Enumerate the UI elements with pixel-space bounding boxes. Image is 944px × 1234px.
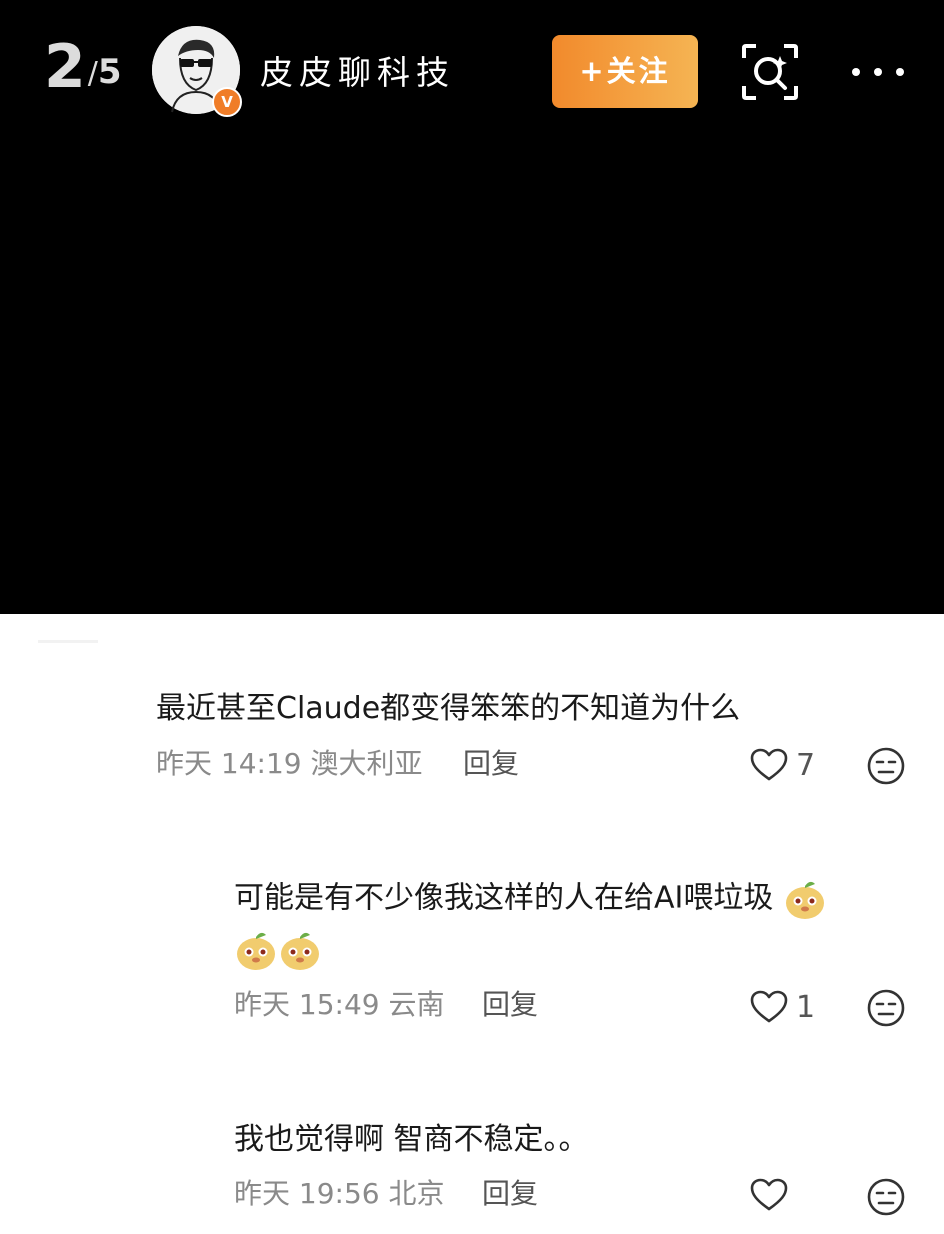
heart-icon <box>750 1178 788 1211</box>
image-viewer-area <box>0 0 944 614</box>
verified-badge: V <box>212 87 242 117</box>
comment-meta: 昨天 14:19 澳大利亚 <box>156 746 423 782</box>
reply-button[interactable]: 回复 <box>482 1176 538 1212</box>
more-dots-icon[interactable] <box>850 62 906 82</box>
like-count: 7 <box>796 748 816 783</box>
page-counter: 2/5 <box>44 32 122 102</box>
emoji-icon <box>237 932 275 970</box>
page-total: 5 <box>97 52 122 92</box>
page-separator: / <box>87 56 98 91</box>
dislike-face-icon[interactable] <box>866 1177 906 1217</box>
dislike-face-icon[interactable] <box>866 988 906 1028</box>
comment-time: 昨天 15:49 <box>234 988 380 1021</box>
follow-button[interactable]: +关注 <box>552 35 698 108</box>
emoji-icon <box>785 881 824 919</box>
like-count: 1 <box>796 990 816 1025</box>
heart-icon <box>750 748 788 781</box>
comment-meta: 昨天 15:49 云南 <box>234 987 445 1023</box>
comment-text: 我也觉得啊 智商不稳定。。 <box>234 1122 589 1157</box>
comment-text-line: 可能是有不少像我这样的人在给AI喂垃圾 <box>234 880 774 916</box>
author-name[interactable]: 皮皮聊科技 <box>260 52 455 94</box>
comment-time: 昨天 19:56 <box>234 1177 380 1210</box>
emoji-row <box>234 928 322 972</box>
comment-meta: 昨天 19:56 北京 <box>234 1176 445 1212</box>
heart-icon <box>750 990 788 1023</box>
page-current: 2 <box>44 32 86 102</box>
reply-button[interactable]: 回复 <box>463 746 519 782</box>
scan-search-icon[interactable] <box>740 42 800 102</box>
comment-avatar-placeholder <box>38 640 98 643</box>
comment-location: 北京 <box>388 1177 445 1210</box>
like-button[interactable]: 1 <box>750 986 870 1030</box>
dislike-face-icon[interactable] <box>866 746 906 786</box>
reply-button[interactable]: 回复 <box>482 987 538 1023</box>
like-button[interactable] <box>750 1174 870 1218</box>
comment-text: 最近甚至Claude都变得笨笨的不知道为什么 <box>156 691 741 726</box>
like-button[interactable]: 7 <box>750 744 870 788</box>
comment-location: 澳大利亚 <box>310 747 423 780</box>
comment-location: 云南 <box>388 988 445 1021</box>
emoji-icon <box>281 932 319 970</box>
comment-text: 可能是有不少像我这样的人在给AI喂垃圾 <box>234 877 827 921</box>
comment-time: 昨天 14:19 <box>156 747 302 780</box>
